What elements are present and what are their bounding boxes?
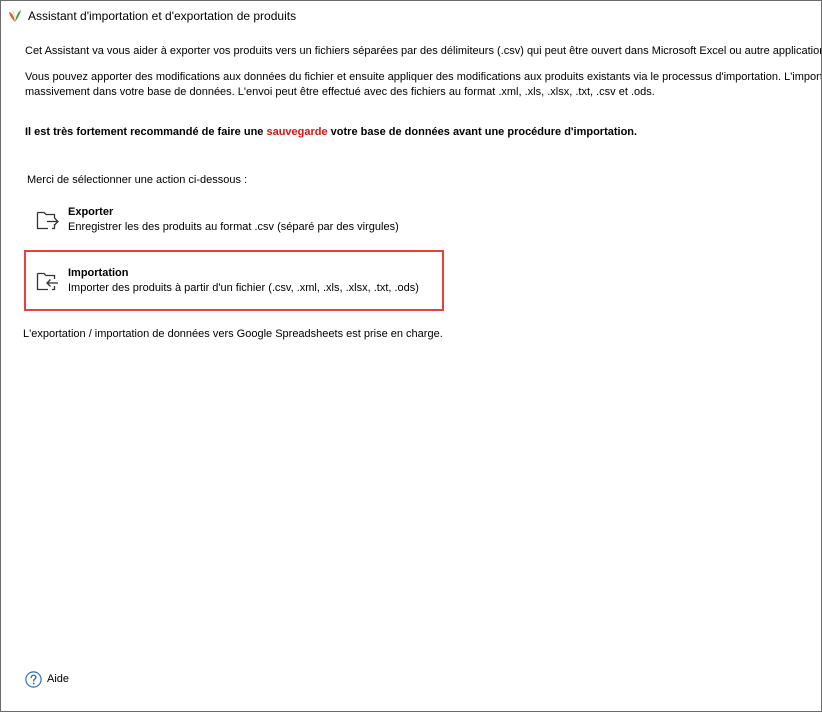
intro-line-3: massivement dans votre base de données. … — [25, 86, 655, 98]
folder-export-icon — [36, 211, 59, 230]
folder-import-icon — [36, 272, 58, 291]
wizard-window: Assistant d'importation et d'exportation… — [0, 0, 822, 712]
import-action[interactable]: Importation Importer des produits à part… — [31, 264, 451, 300]
wizard-content: Cet Assistant va vous aider à exporter v… — [1, 31, 821, 711]
export-title: Exporter — [68, 206, 114, 218]
help-icon — [25, 671, 42, 688]
help-label: Aide — [47, 673, 70, 685]
warning-text-after: votre base de données avant une procédur… — [327, 126, 638, 138]
google-spreadsheets-note: L'exportation / importation de données v… — [23, 328, 443, 340]
window-title: Assistant d'importation et d'exportation… — [28, 9, 297, 23]
export-action[interactable]: Exporter Enregistrer les des produits au… — [31, 203, 451, 239]
backup-link[interactable]: sauvegarde — [266, 126, 327, 138]
title-bar[interactable]: Assistant d'importation et d'exportation… — [1, 1, 821, 31]
action-prompt: Merci de sélectionner une action ci-dess… — [27, 174, 248, 186]
backup-warning: Il est très fortement recommandé de fair… — [25, 125, 637, 140]
import-title: Importation — [68, 267, 129, 279]
app-logo-icon — [9, 10, 21, 22]
warning-text-before: Il est très fortement recommandé de fair… — [25, 126, 267, 138]
export-description: Enregistrer les des produits au format .… — [68, 221, 399, 233]
intro-line-1: Cet Assistant va vous aider à exporter v… — [25, 45, 822, 57]
intro-line-2: Vous pouvez apporter des modifications a… — [25, 71, 822, 83]
import-description: Importer des produits à partir d'un fich… — [68, 282, 419, 294]
